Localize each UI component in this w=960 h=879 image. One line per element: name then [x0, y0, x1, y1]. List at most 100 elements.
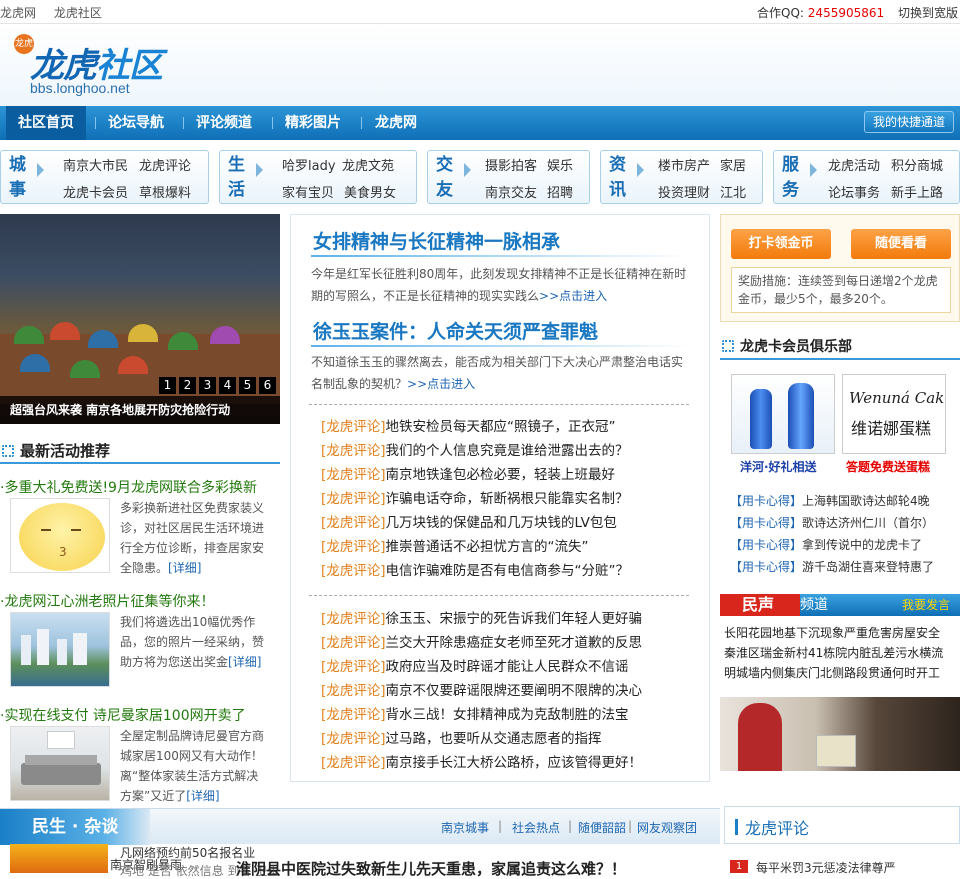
list-item[interactable]: 【用卡心得】上海韩国歌诗达邮轮4晚	[730, 490, 960, 512]
bottom-link[interactable]: 随便韶韶	[578, 819, 626, 836]
category-link[interactable]: 南京大市民	[63, 155, 128, 174]
bottom-section-title: 民生 · 杂谈	[0, 809, 150, 845]
list-item[interactable]: [龙虎评论]地铁安检员每天都应“照镜子，正衣冠”	[321, 415, 701, 439]
list-item[interactable]: [龙虎评论]政府应当及时辟谣才能让人民群众不信谣	[321, 655, 701, 679]
category-link[interactable]: 龙虎评论	[139, 155, 191, 174]
checkin-button[interactable]: 打卡领金币	[731, 229, 831, 259]
category-link[interactable]: 投资理财	[658, 182, 710, 201]
headline-title[interactable]: 女排精神与长征精神一脉相承	[313, 227, 560, 254]
enter-link[interactable]: >>点击进入	[407, 377, 475, 391]
nav-home[interactable]: 社区首页	[6, 106, 86, 140]
category-link[interactable]: 美食男女	[344, 182, 396, 201]
category-link[interactable]: 摄影拍客	[485, 155, 537, 174]
slide-pager-button[interactable]: 4	[219, 377, 236, 394]
bottom-thumb[interactable]	[10, 844, 108, 873]
activity-more-link[interactable]: [详细]	[186, 789, 219, 803]
activity-thumb[interactable]	[10, 726, 110, 801]
product-image-wine[interactable]	[731, 374, 835, 454]
category-link[interactable]: 积分商城	[891, 155, 943, 174]
slide-pager-button[interactable]: 2	[179, 377, 196, 394]
activity-desc: 全屋定制品牌诗尼曼官方商城家居100网又有大动作！离“整体家装生活方式解决方案”…	[120, 729, 265, 803]
quick-channel-button[interactable]: 我的快捷通道	[863, 111, 954, 133]
minsheng-line[interactable]: 明城墙内侧集庆门北侧路段贯通何时开工	[724, 664, 960, 681]
qq-number[interactable]: 2455905861	[808, 6, 884, 20]
photo-slideshow[interactable]: 123456 超强台风来袭 南京各地展开防灾抢险行动	[0, 214, 280, 424]
bottom-comment-item[interactable]: 每平米罚3元惩凌法律尊严	[756, 859, 896, 876]
category-friends: 交友 摄影拍客 娱乐 南京交友 招聘	[427, 150, 590, 204]
section-icon	[2, 445, 14, 457]
nav-photos[interactable]: 精彩图片	[285, 106, 341, 140]
activity-title[interactable]: ·实现在线支付 诗尼曼家居100网开卖了	[0, 705, 246, 725]
activity-title[interactable]: ·龙虎网江心洲老照片征集等你来！	[0, 591, 214, 611]
site-logo[interactable]: 龙虎 龙虎社区 bbs.longhoo.net	[14, 30, 184, 100]
enter-link[interactable]: >>点击进入	[539, 289, 607, 303]
list-item[interactable]: [龙虎评论]过马路，也要听从交通志愿者的指挥	[321, 727, 701, 751]
category-title: 交友	[436, 155, 453, 200]
category-link[interactable]: 江北	[720, 182, 746, 201]
bottom-headline[interactable]: 淮阴县中医院过失致新生儿先天重患，家属追责这么难？！	[236, 858, 626, 879]
list-item[interactable]: [龙虎评论]背水三战！女排精神成为克敌制胜的法宝	[321, 703, 701, 727]
list-item[interactable]: 【用卡心得】游千岛湖住喜来登特惠了	[730, 556, 960, 578]
minsheng-channel: 频道	[800, 597, 828, 613]
list-item[interactable]: [龙虎评论]推崇普通话不必担忧方言的“流失”	[321, 535, 701, 559]
dashed-divider	[309, 595, 689, 596]
category-title: 资讯	[609, 155, 626, 200]
category-link[interactable]: 龙虎卡会员	[63, 182, 128, 201]
category-link[interactable]: 家居	[720, 155, 746, 174]
list-item[interactable]: 【用卡心得】歌诗达济州仁川（首尔）	[730, 512, 960, 534]
slide-pager-button[interactable]: 3	[199, 377, 216, 394]
list-item[interactable]: [龙虎评论]我们的个人信息究竟是谁给泄露出去的？	[321, 439, 701, 463]
activity-desc: 多彩换新进社区免费家装义诊，对社区居民生活环境进行全方位诊断，排查居家安全隐患。…	[120, 501, 265, 575]
list-item[interactable]: [龙虎评论]几万块钱的保健品和几万块钱的LV包包	[321, 511, 701, 535]
category-link[interactable]: 家有宝贝	[282, 182, 334, 201]
category-link[interactable]: 南京交友	[485, 182, 537, 201]
minsheng-line[interactable]: 长阳花园地基下沉现象严重危害房屋安全	[724, 624, 960, 641]
slide-pager-button[interactable]: 1	[159, 377, 176, 394]
category-link[interactable]: 哈罗lady	[282, 155, 336, 174]
minsheng-photo[interactable]	[720, 697, 960, 771]
bottom-link[interactable]: 网友观察团	[637, 819, 697, 836]
activity-thumb[interactable]: 3	[10, 498, 110, 573]
minsheng-line[interactable]: 秦淮区瑞金新村41栋院内脏乱差污水横流	[724, 644, 960, 661]
list-item[interactable]: [龙虎评论]诈骗电话夺命，斩断祸根只能靠实名制？	[321, 487, 701, 511]
nav-forum-guide[interactable]: 论坛导航	[108, 106, 164, 140]
slide-pager-button[interactable]: 6	[259, 377, 276, 394]
nav-comment-channel[interactable]: 评论频道	[196, 106, 252, 140]
category-link[interactable]: 龙虎活动	[828, 155, 880, 174]
list-item[interactable]: [龙虎评论]南京地铁逢包必检必要，轻装上班最好	[321, 463, 701, 487]
list-item[interactable]: 【用卡心得】拿到传说中的龙虎卡了	[730, 534, 960, 556]
bottom-link[interactable]: 南京城事	[441, 819, 489, 836]
switch-wide-link[interactable]: 切换到宽版	[898, 6, 958, 20]
browse-button[interactable]: 随便看看	[851, 229, 951, 259]
arrow-right-icon	[256, 163, 263, 177]
slide-caption[interactable]: 超强台风来袭 南京各地展开防灾抢险行动	[0, 396, 280, 424]
category-link[interactable]: 龙虎文苑	[342, 155, 394, 174]
category-link[interactable]: 论坛事务	[828, 182, 880, 201]
product-caption[interactable]: 洋河·好礼相送	[740, 458, 817, 475]
category-link[interactable]: 楼市房产	[658, 155, 710, 174]
activity-more-link[interactable]: [详细]	[168, 561, 201, 575]
slide-pager-button[interactable]: 5	[239, 377, 256, 394]
speak-link[interactable]: 我要发言	[902, 594, 950, 616]
activity-thumb[interactable]	[10, 612, 110, 687]
list-item[interactable]: [龙虎评论]兰交大开除患癌症女老师至死才道歉的反思	[321, 631, 701, 655]
top-link-community[interactable]: 龙虎社区	[54, 6, 102, 20]
bottom-link[interactable]: 社会热点	[512, 819, 560, 836]
category-link[interactable]: 新手上路	[891, 182, 943, 201]
headline-title[interactable]: 徐玉玉案件：人命关天须严查罪魁	[313, 317, 598, 344]
category-link[interactable]: 招聘	[547, 182, 573, 201]
list-item[interactable]: [龙虎评论]电信诈骗难防是否有电信商参与“分赃”？	[321, 559, 701, 583]
top-link-site[interactable]: 龙虎网	[0, 6, 36, 20]
category-link[interactable]: 草根爆料	[139, 182, 191, 201]
nav-longhoo[interactable]: 龙虎网	[375, 106, 417, 140]
list-item[interactable]: [龙虎评论]南京接手长江大桥公路桥，应该管得更好！	[321, 751, 701, 775]
section-icon	[722, 340, 734, 352]
headline-panel: 女排精神与长征精神一脉相承 今年是红军长征胜利80周年，此刻发现女排精神不正是长…	[290, 214, 710, 782]
list-item[interactable]: [龙虎评论]徐玉玉、宋振宁的死告诉我们年轻人更好骗	[321, 607, 701, 631]
product-caption[interactable]: 答题免费送蛋糕	[846, 458, 930, 475]
list-item[interactable]: [龙虎评论]南京不仅要辟谣限牌还要阐明不限牌的决心	[321, 679, 701, 703]
category-link[interactable]: 娱乐	[547, 155, 573, 174]
activity-title[interactable]: ·多重大礼免费送!9月龙虎网联合多彩换新	[0, 477, 257, 497]
activity-more-link[interactable]: [详细]	[228, 655, 261, 669]
product-image-cake[interactable]: Wenuná Cake 维诺娜蛋糕	[842, 374, 946, 454]
